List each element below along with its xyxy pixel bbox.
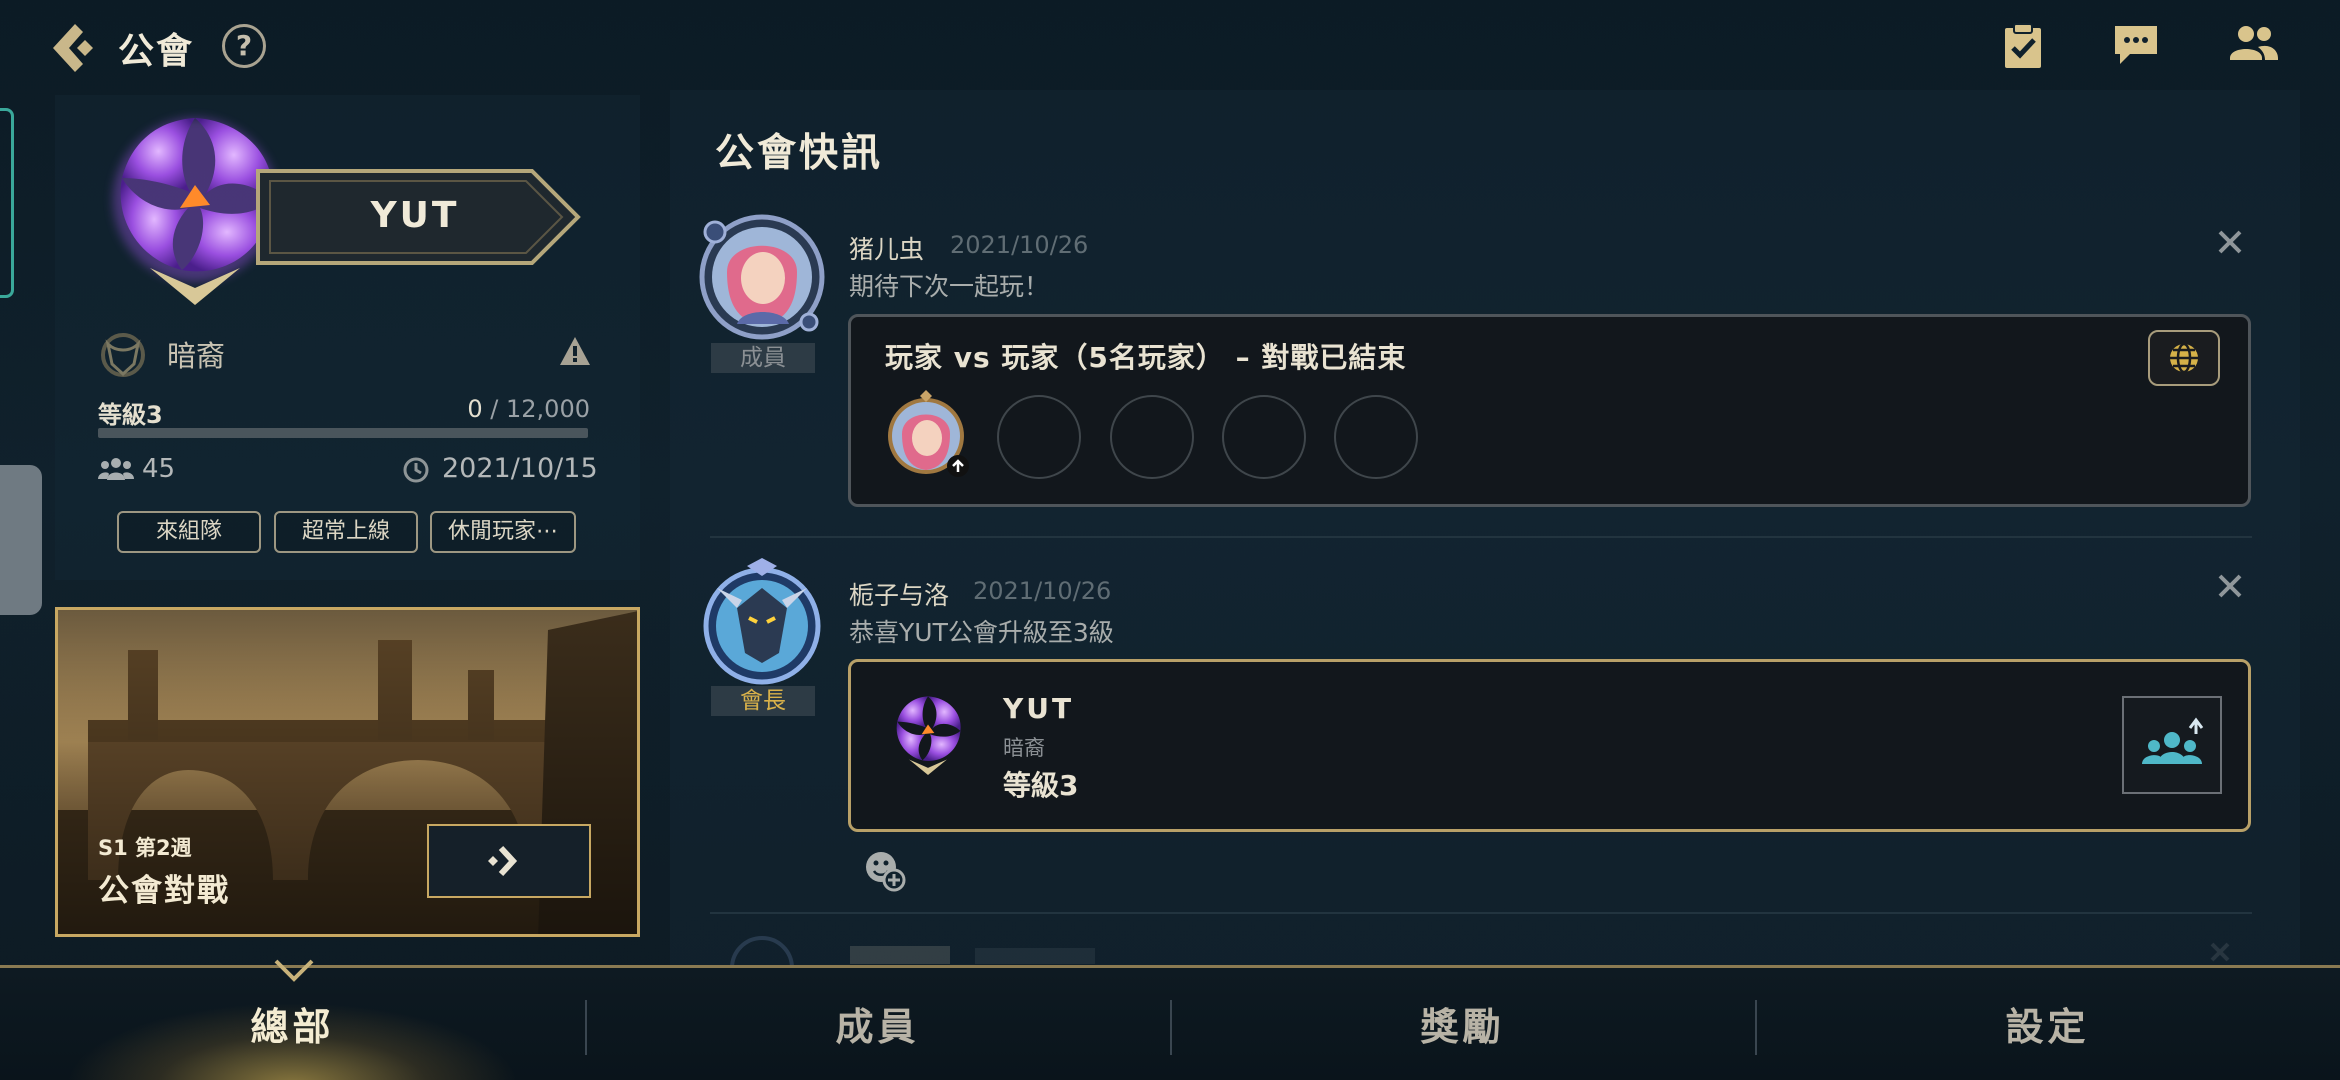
feed-title: 公會快訊 (715, 131, 884, 176)
clipboard-check-icon[interactable] (2000, 22, 2052, 74)
clash-week-label: S1 第2週 (98, 836, 192, 860)
clash-enter-button[interactable] (427, 824, 591, 898)
post-text: 恭喜YUT公會升級至3級 (849, 618, 1114, 647)
guild-leader-name: 暗裔 (167, 339, 226, 373)
post-text: 期待下次一起玩！ (849, 272, 1050, 301)
empty-player-slot (1334, 395, 1418, 479)
guild-name: YUT (370, 195, 460, 236)
members-icon (98, 456, 134, 482)
guild-tag[interactable]: 休閒玩家⋯ (430, 511, 576, 553)
tab-members[interactable]: 成員 (585, 968, 1170, 1080)
clock-icon (402, 456, 430, 484)
report-warning-icon[interactable] (558, 335, 592, 367)
post-author-avatar[interactable] (697, 212, 827, 342)
guild-xp-text: 0 / 12,000 (467, 395, 590, 423)
match-title: 玩家 vs 玩家（5名玩家） – 對戰已結束 (885, 341, 1407, 374)
dismiss-post-button[interactable] (2210, 566, 2250, 606)
close-icon (2218, 574, 2242, 598)
guild-level-label: 等級3 (98, 401, 163, 429)
nav-separator (1170, 1000, 1172, 1055)
guild-created-date: 2021/10/15 (442, 453, 598, 484)
guild-tag[interactable]: 來組隊 (117, 511, 261, 553)
nav-separator (585, 1000, 587, 1055)
guild-tag[interactable]: 超常上線 (274, 511, 418, 553)
tab-settings[interactable]: 設定 (1755, 968, 2340, 1080)
page-title: 公會 (118, 31, 195, 72)
friends-icon[interactable] (2228, 22, 2280, 74)
guild-feed-panel (670, 90, 2300, 965)
card-guild-level: 等級3 (1003, 769, 1079, 802)
add-reaction-button[interactable] (862, 848, 906, 892)
active-tab-indicator (274, 955, 314, 985)
empty-player-slot (997, 395, 1081, 479)
back-button[interactable] (45, 18, 105, 78)
side-drawer-handle[interactable] (0, 465, 42, 615)
member-role-badge: 成員 (711, 343, 815, 373)
chevron-left-icon (53, 24, 93, 72)
group-levelup-icon (2142, 717, 2204, 764)
guild-levelup-card[interactable] (848, 659, 2251, 832)
clash-title: 公會對戰 (98, 873, 230, 909)
dismiss-post-button[interactable] (2210, 222, 2250, 262)
side-panel-frame (0, 108, 14, 298)
post-date: 2021/10/26 (973, 577, 1112, 605)
guild-emblem-small (888, 688, 968, 780)
guild-xp-bar (98, 428, 588, 438)
post-author-name[interactable]: 猪儿虫 (849, 230, 924, 266)
leader-crest-icon (98, 330, 148, 380)
post-date: 2021/10/26 (950, 231, 1089, 259)
emoji-add-icon (866, 852, 906, 892)
help-button[interactable]: ? (222, 24, 266, 68)
match-player-avatar[interactable] (886, 390, 970, 480)
feed-divider (710, 536, 2252, 538)
post-author-avatar[interactable] (697, 558, 827, 688)
match-share-button[interactable] (2148, 330, 2220, 386)
close-icon (2218, 230, 2242, 254)
globe-icon (2170, 342, 2198, 374)
empty-player-slot (1222, 395, 1306, 479)
empty-player-slot (1110, 395, 1194, 479)
nav-separator (1755, 1000, 1757, 1055)
feed-divider (710, 912, 2252, 914)
card-guild-name: YUT (1003, 692, 1075, 725)
member-count: 45 (142, 454, 176, 484)
arrow-right-icon (488, 845, 518, 877)
chat-icon[interactable] (2112, 22, 2164, 74)
post-author-name[interactable]: 栀子与洛 (849, 576, 949, 612)
leader-role-badge: 會長 (711, 686, 815, 716)
tab-rewards[interactable]: 獎勵 (1170, 968, 1755, 1080)
guild-levelup-button[interactable] (2122, 696, 2222, 794)
card-guild-leader: 暗裔 (1003, 736, 1045, 760)
